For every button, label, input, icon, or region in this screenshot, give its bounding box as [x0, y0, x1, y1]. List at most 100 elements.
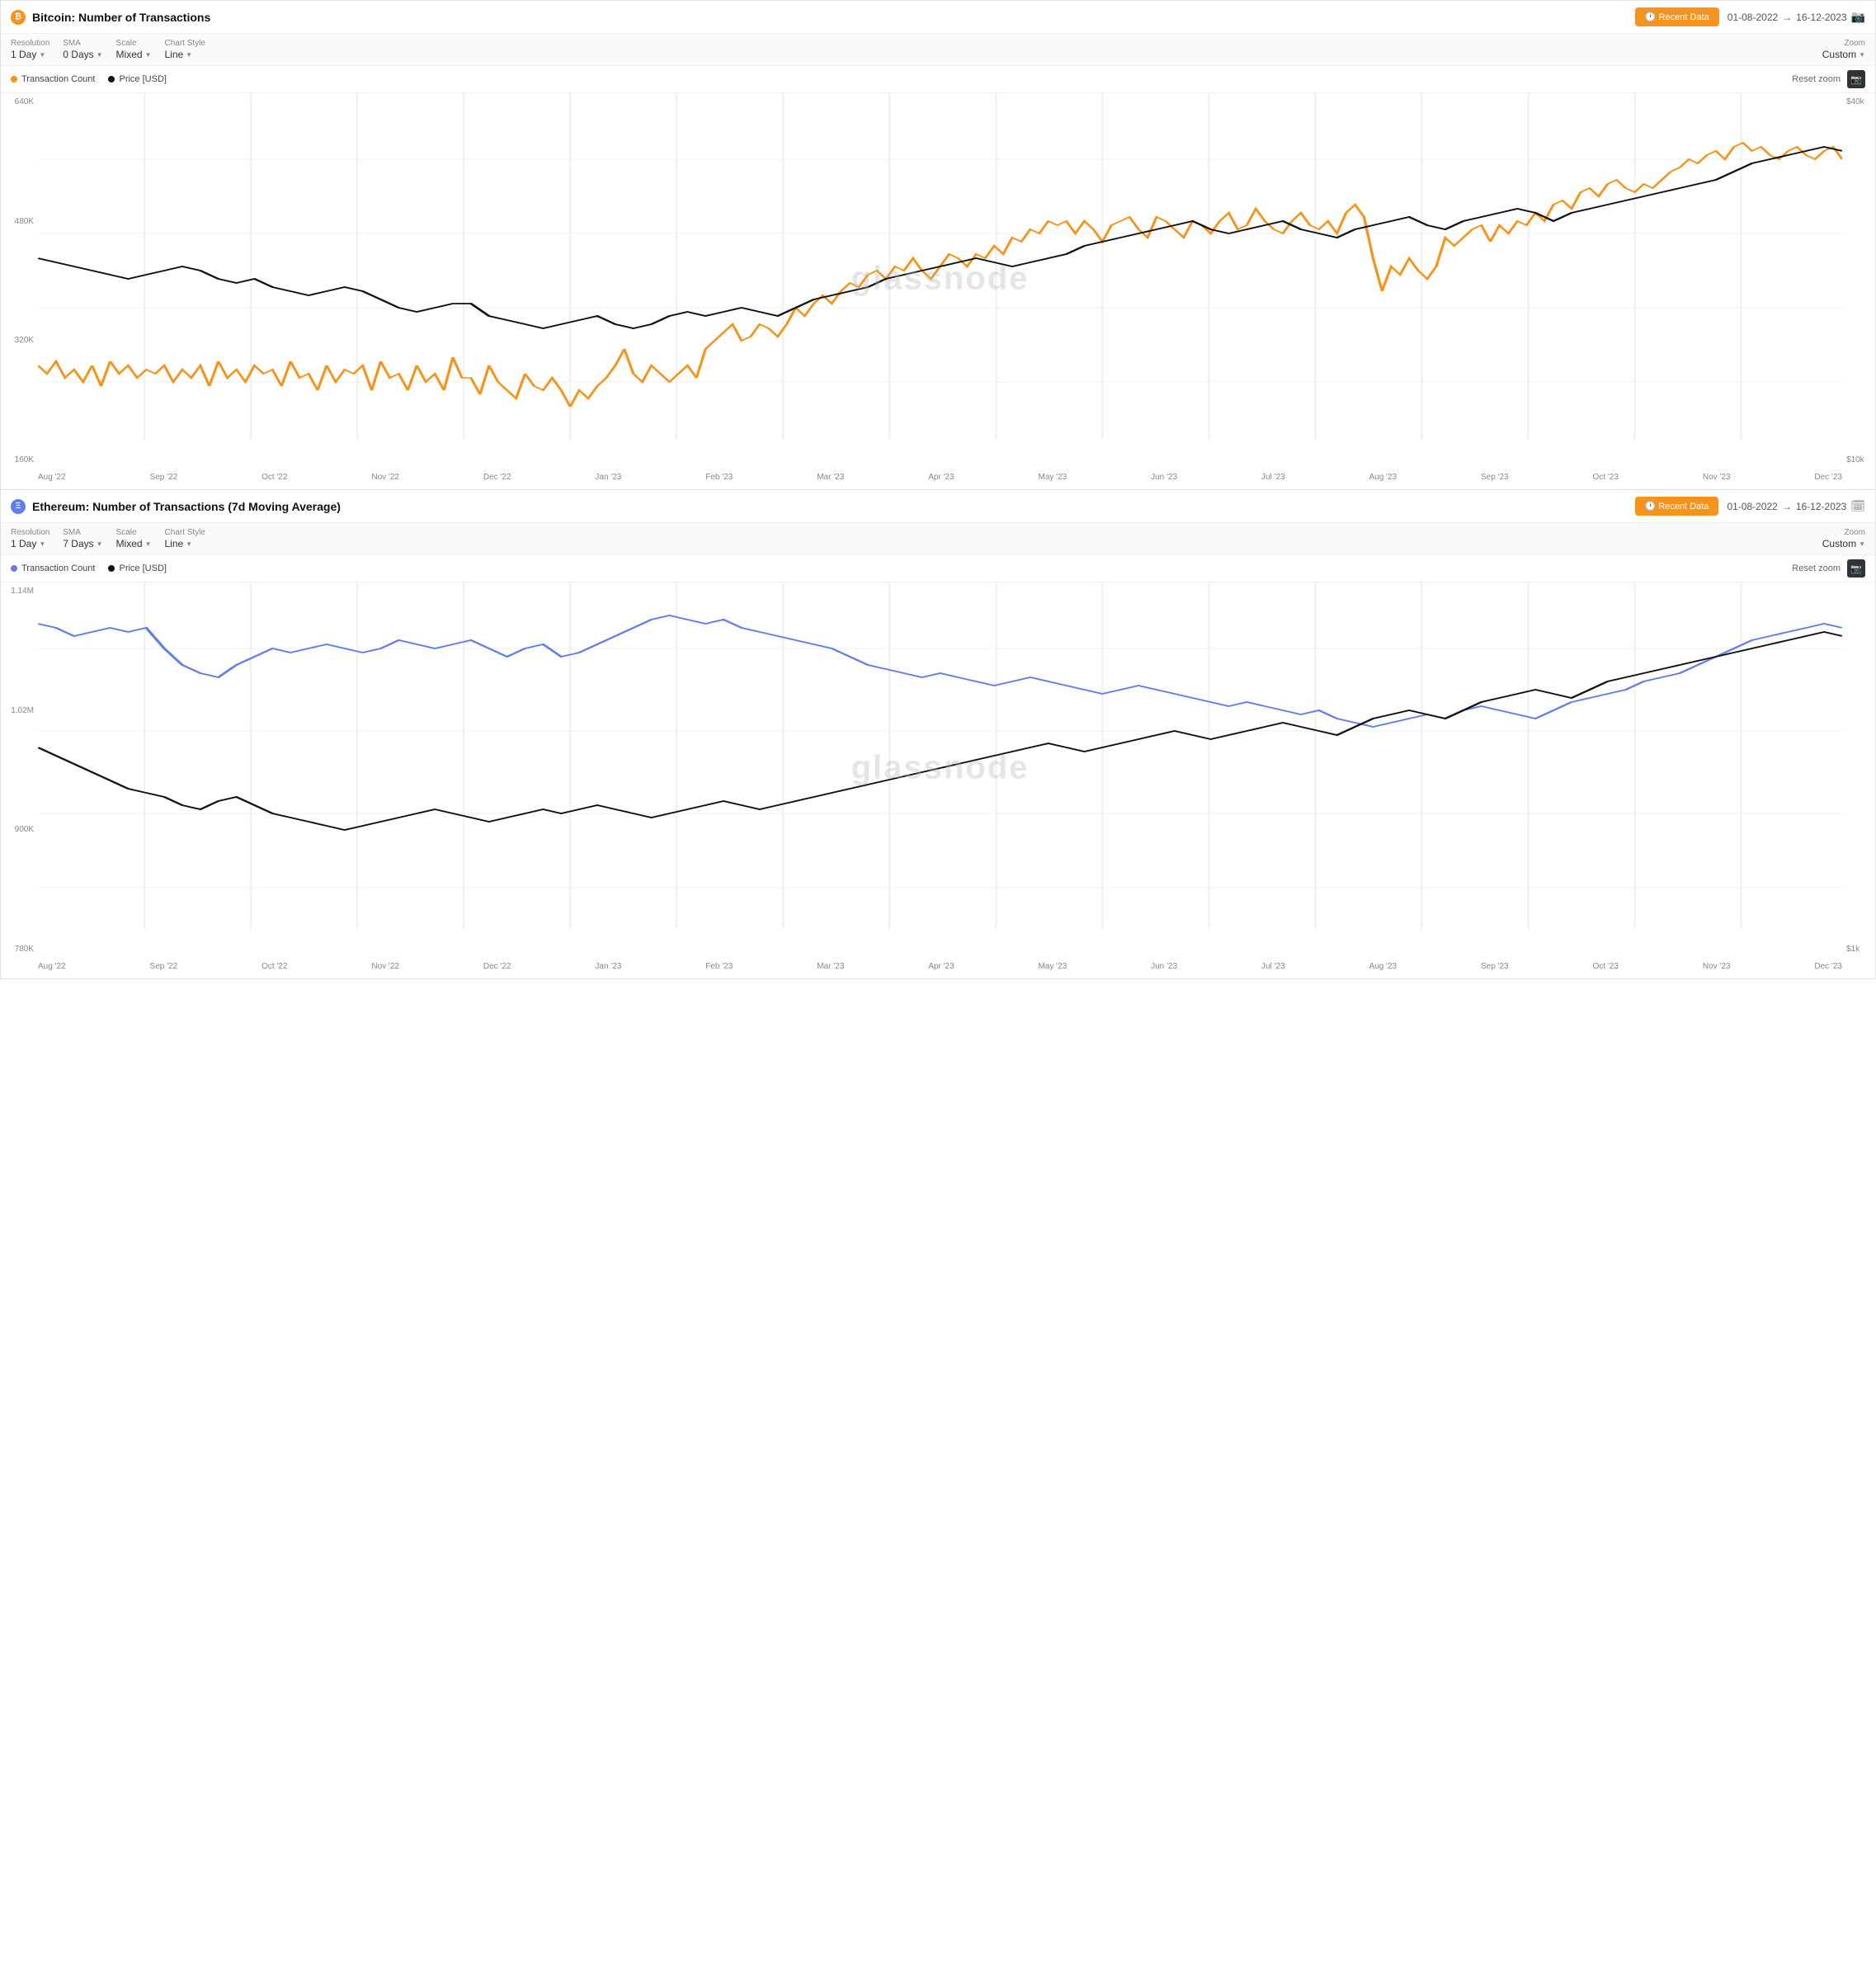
ethereum-chart-container: Ξ Ethereum: Number of Transactions (7d M…	[0, 490, 1876, 979]
x2-may23: May '23	[1038, 962, 1067, 971]
chart1-y-axis-right: $40k $10k	[1842, 93, 1875, 464]
x2-nov23: Nov '23	[1703, 962, 1731, 971]
chart2-legend-price: Price [USD]	[108, 563, 166, 573]
x2-aug23: Aug '23	[1369, 962, 1397, 971]
chart1-scale-select[interactable]: Mixed ▼	[116, 49, 152, 60]
chart2-y-axis-left: 1.14M 1.02M 900K 780K	[1, 582, 38, 954]
x-feb23: Feb '23	[705, 473, 733, 482]
chart2-sma-value: 7 Days	[63, 538, 93, 549]
chart1-camera-btn[interactable]: 📷	[1847, 70, 1865, 88]
chart1-y-axis-left: 640K 480K 320K 160K	[1, 93, 38, 464]
chart1-date-range: 01-08-2022 → 16-12-2023 📷	[1728, 10, 1865, 24]
chart2-y-900k: 900K	[15, 825, 34, 834]
chart1-x-axis: Aug '22 Sep '22 Oct '22 Nov '22 Dec '22 …	[38, 464, 1842, 489]
x-dec23: Dec '23	[1814, 473, 1842, 482]
btc-icon: ₿	[11, 10, 26, 25]
x-jul23: Jul '23	[1261, 473, 1285, 482]
chart2-zoom-value: Custom	[1822, 538, 1856, 549]
x-dec22: Dec '22	[483, 473, 511, 482]
chart1-legend-row: Transaction Count Price [USD] Reset zoom…	[1, 66, 1875, 93]
chart1-reset-zoom[interactable]: Reset zoom 📷	[1792, 70, 1865, 88]
chart2-y-114m: 1.14M	[11, 587, 34, 596]
chart2-controls: Resolution 1 Day ▼ SMA 7 Days ▼ Scale Mi…	[1, 523, 1875, 555]
chart2-reset-zoom-label: Reset zoom	[1792, 563, 1841, 573]
chart2-controls-left: Resolution 1 Day ▼ SMA 7 Days ▼ Scale Mi…	[11, 528, 205, 549]
chart1-resolution-select[interactable]: 1 Day ▼	[11, 49, 49, 60]
chart1-recent-data-btn[interactable]: 🕐 Recent Data	[1635, 7, 1719, 26]
chart2-sma-select[interactable]: 7 Days ▼	[63, 538, 102, 549]
bitcoin-chart-container: ₿ Bitcoin: Number of Transactions 🕐 Rece…	[0, 0, 1876, 490]
chart1-legend-price: Price [USD]	[108, 74, 166, 84]
chart2-resolution-select[interactable]: 1 Day ▼	[11, 538, 49, 549]
chart1-date-to: 16-12-2023	[1796, 12, 1846, 23]
x-sep22: Sep '22	[150, 473, 178, 482]
chart2-date-from: 01-08-2022	[1727, 501, 1777, 512]
x-aug22: Aug '22	[38, 473, 66, 482]
chart1-zoom-label: Zoom	[1844, 39, 1865, 48]
chart1-resolution-label: Resolution	[11, 39, 49, 48]
chart1-style-label: Chart Style	[164, 39, 205, 48]
style-chevron-icon: ▼	[186, 51, 192, 59]
chart1-header-right: 🕐 Recent Data 01-08-2022 → 16-12-2023 📷	[1635, 7, 1865, 26]
chart1-controls-left: Resolution 1 Day ▼ SMA 0 Days ▼ Scale Mi…	[11, 39, 205, 60]
calendar2-icon[interactable]: 🗓	[1850, 499, 1865, 513]
chart2-style-label: Chart Style	[164, 528, 205, 537]
chart2-y-1k: $1k	[1846, 945, 1860, 954]
chart2-zoom-select[interactable]: Custom ▼	[1822, 538, 1865, 549]
x2-feb23: Feb '23	[705, 962, 733, 971]
chart1-zoom-select[interactable]: Custom ▼	[1822, 49, 1865, 60]
chart2-price-dot	[108, 565, 115, 572]
chart2-scale-value: Mixed	[116, 538, 143, 549]
chart2-style-group: Chart Style Line ▼	[164, 528, 205, 549]
chart1-scale-value: Mixed	[116, 49, 143, 60]
chart1-sma-select[interactable]: 0 Days ▼	[63, 49, 102, 60]
x-jan23: Jan '23	[595, 473, 621, 482]
x-oct22: Oct '22	[262, 473, 287, 482]
x-oct23: Oct '23	[1593, 473, 1619, 482]
chart1-y-40k: $40k	[1846, 97, 1864, 106]
chart2-resolution-value: 1 Day	[11, 538, 36, 549]
chart2-reset-zoom[interactable]: Reset zoom 📷	[1792, 559, 1865, 578]
x2-nov22: Nov '22	[371, 962, 399, 971]
chart1-legend-items: Transaction Count Price [USD]	[11, 74, 167, 84]
x-jun23: Jun '23	[1151, 473, 1177, 482]
chart1-date-arrow: →	[1782, 12, 1792, 23]
chart1-price-label: Price [USD]	[119, 74, 166, 84]
calendar-icon[interactable]: 📷	[1851, 10, 1865, 24]
chart2-resolution-chevron-icon: ▼	[39, 540, 45, 548]
x-sep23: Sep '23	[1481, 473, 1509, 482]
chart2-date-to: 16-12-2023	[1796, 501, 1846, 512]
chart1-resolution-group: Resolution 1 Day ▼	[11, 39, 49, 60]
x2-jan23: Jan '23	[595, 962, 621, 971]
x2-jun23: Jun '23	[1151, 962, 1177, 971]
chart2-scale-chevron-icon: ▼	[145, 540, 152, 548]
chart1-title-area: ₿ Bitcoin: Number of Transactions	[11, 10, 210, 25]
chart2-scale-label: Scale	[116, 528, 152, 537]
chart2-y-axis-right: $1k	[1842, 582, 1875, 954]
chart2-tx-dot	[11, 565, 17, 572]
scale-chevron-icon: ▼	[145, 51, 152, 59]
chart1-sma-value: 0 Days	[63, 49, 93, 60]
chart1-sma-label: SMA	[63, 39, 102, 48]
chart1-style-value: Line	[164, 49, 183, 60]
chart2-sma-group: SMA 7 Days ▼	[63, 528, 102, 549]
chart1-scale-group: Scale Mixed ▼	[116, 39, 152, 60]
chart2-zoom-chevron-icon: ▼	[1859, 540, 1865, 548]
chart1-y-320k: 320K	[15, 336, 34, 345]
chart2-camera-btn[interactable]: 📷	[1847, 559, 1865, 578]
chart2-y-780k: 780K	[15, 945, 34, 954]
chart2-price-label: Price [USD]	[119, 563, 166, 573]
chart2-legend-tx: Transaction Count	[11, 563, 95, 573]
chart2-title-area: Ξ Ethereum: Number of Transactions (7d M…	[11, 499, 341, 514]
chart1-svg	[38, 93, 1842, 464]
chart2-header-right: 🕐 Recent Data 01-08-2022 → 16-12-2023 🗓	[1635, 497, 1865, 516]
chart2-recent-data-btn[interactable]: 🕐 Recent Data	[1635, 497, 1719, 516]
chart1-style-select[interactable]: Line ▼	[164, 49, 205, 60]
x2-oct23: Oct '23	[1593, 962, 1619, 971]
resolution-chevron-icon: ▼	[39, 51, 45, 59]
chart1-zoom-value: Custom	[1822, 49, 1856, 60]
x-mar23: Mar '23	[817, 473, 844, 482]
chart2-scale-group: Scale Mixed ▼	[116, 528, 152, 549]
chart2-scale-select[interactable]: Mixed ▼	[116, 538, 152, 549]
chart2-style-select[interactable]: Line ▼	[164, 538, 205, 549]
